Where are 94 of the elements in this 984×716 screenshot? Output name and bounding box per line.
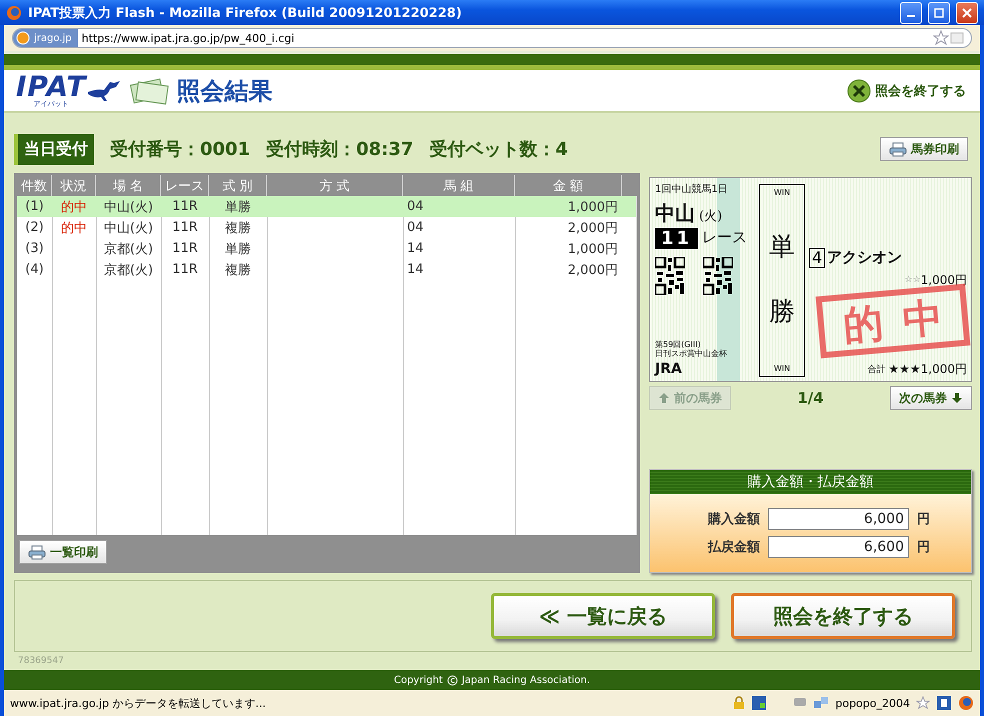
browser-icon — [6, 4, 22, 20]
amount-field[interactable]: 6,000 — [768, 508, 909, 530]
table-cell-text: (4) — [24, 261, 45, 279]
table-cell-text: 単勝 — [224, 240, 252, 258]
back-to-list-button[interactable]: ≪ 一覧に戻る — [491, 593, 715, 639]
table-cell-text: 11R — [171, 261, 199, 279]
maximize-button[interactable] — [928, 2, 950, 24]
table-cell-text: 的中 — [60, 198, 88, 216]
table-cell-text: 京都(火) — [102, 240, 154, 258]
total-label: 合計 — [867, 364, 886, 376]
printer-icon — [28, 544, 46, 560]
bet-type-char: 勝 — [769, 298, 795, 328]
lock-icon — [733, 696, 746, 710]
table-cell-text: 1,000円 — [566, 198, 619, 216]
end-inquiry-button[interactable]: 照会を終了する — [731, 593, 955, 639]
race-number: 11 — [655, 228, 698, 248]
horse-number: 4 — [809, 248, 826, 268]
table-cell-text: 04 — [406, 219, 425, 237]
copyright-icon — [446, 674, 458, 686]
table-cell-text: 1,000円 — [566, 240, 619, 258]
minimize-icon — [907, 14, 915, 16]
status-message: www.ipat.jra.go.jp からデータを転送しています... — [10, 696, 267, 710]
table-cell-text: (2) — [24, 219, 45, 237]
amount-label: 払戻金額 — [706, 538, 760, 556]
yen-unit: 円 — [917, 511, 930, 528]
exit-link[interactable]: 照会を終了する — [847, 78, 966, 102]
summary-title: 購入金額・払戻金額 — [650, 470, 971, 494]
table-cell-text: 単勝 — [224, 198, 252, 216]
table-cell-text: 11R — [171, 198, 199, 216]
maximize-icon — [934, 8, 944, 18]
total-amount: ★★★1,000円 — [888, 363, 967, 377]
race-name-text: 日刊スポ賞中山金杯 — [655, 348, 728, 358]
venue-text: 中山 — [655, 202, 695, 224]
table-cell-text: 14 — [406, 261, 425, 279]
table-cell-text: (1) — [24, 198, 45, 216]
tickets-icon — [128, 76, 170, 106]
organizer-text: JRA — [655, 360, 683, 377]
win-label: WIN — [774, 188, 790, 198]
browser-icon[interactable] — [958, 695, 974, 711]
username: popopo_2004 — [835, 696, 910, 710]
page-title: 照会結果 — [176, 76, 272, 106]
qr-code-icon — [655, 256, 685, 294]
day-text: (火) — [699, 210, 722, 224]
logo: IPAT — [16, 73, 86, 101]
yen-unit: 円 — [917, 539, 930, 556]
table-row[interactable]: (3) 京都(火) 11R 単勝 14 1,000円 — [17, 238, 636, 259]
amount-field[interactable]: 6,600 — [768, 536, 909, 558]
star-icon[interactable] — [916, 696, 930, 710]
meeting-text: 1回中山競馬1日 — [655, 184, 729, 196]
star-marks: ☆☆ — [904, 275, 921, 286]
table-cell-text: 複勝 — [224, 220, 252, 238]
win-label: WIN — [774, 364, 790, 373]
table-cell-text: 中山(火) — [102, 220, 154, 238]
window-title: IPAT投票入力 Flash - Mozilla Firefox (Build 20091201220228) — [28, 4, 463, 22]
up-arrow-icon — [658, 392, 670, 404]
qr-code-icon — [703, 256, 733, 294]
table-row[interactable]: (2) 的中 中山(火) 11R 複勝 04 2,000円 — [17, 217, 636, 238]
close-icon — [962, 8, 972, 18]
ticket-print-button[interactable]: 馬券印刷 — [880, 137, 968, 161]
table-cell-text: 11R — [171, 219, 199, 237]
copyright-owner: Japan Racing Association. — [462, 674, 590, 686]
table-cell-text: 11R — [171, 240, 199, 258]
table-cell-text: 14 — [406, 240, 425, 258]
table-cell-text: 複勝 — [224, 262, 252, 280]
table-row[interactable]: (4) 京都(火) 11R 複勝 14 2,000円 — [17, 259, 636, 280]
printer-icon — [889, 142, 907, 156]
reception-badge: 当日受付 — [14, 134, 94, 164]
list-print-button[interactable]: 一覧印刷 — [19, 540, 107, 564]
receipt-number: 受付番号：0001 — [110, 138, 250, 161]
race-name-text: 第59回(GIII) — [655, 340, 702, 349]
table-cell-text: 中山(火) — [102, 198, 154, 216]
down-arrow-icon — [950, 392, 963, 404]
copyright-text: Copyright — [394, 674, 443, 686]
star-icon[interactable] — [933, 30, 949, 46]
address-field[interactable]: jrago.jp https://www.ipat.jra.go.jp/pw_400_i.cgi — [12, 28, 972, 48]
table-cell-text: 的中 — [60, 220, 88, 238]
ticket-page-counter: 1/4 — [797, 389, 824, 407]
amount-label: 購入金額 — [706, 510, 760, 528]
bet-type-char: 単 — [769, 232, 795, 263]
table-cell-text: (3) — [24, 240, 45, 258]
close-button[interactable] — [956, 2, 978, 24]
horse-name: アクシオン — [827, 249, 902, 266]
table-cell-text: 2,000円 — [566, 220, 619, 238]
table-row[interactable]: (1) 的中 中山(火) 11R 単勝 04 1,000円 — [17, 196, 636, 217]
table-cell-text: 京都(火) — [102, 262, 154, 280]
race-label: レース — [702, 229, 748, 247]
page-id: 78369547 — [17, 655, 65, 668]
bet-count: 受付ベット数：4 — [429, 138, 568, 161]
minimize-button[interactable] — [900, 2, 922, 24]
table-cell-text: 2,000円 — [566, 262, 619, 280]
close-icon — [847, 78, 871, 102]
table-cell-text: 04 — [406, 198, 425, 216]
next-ticket-button[interactable]: 次の馬券 — [890, 386, 972, 410]
receipt-time: 受付時刻：08:37 — [266, 138, 414, 161]
